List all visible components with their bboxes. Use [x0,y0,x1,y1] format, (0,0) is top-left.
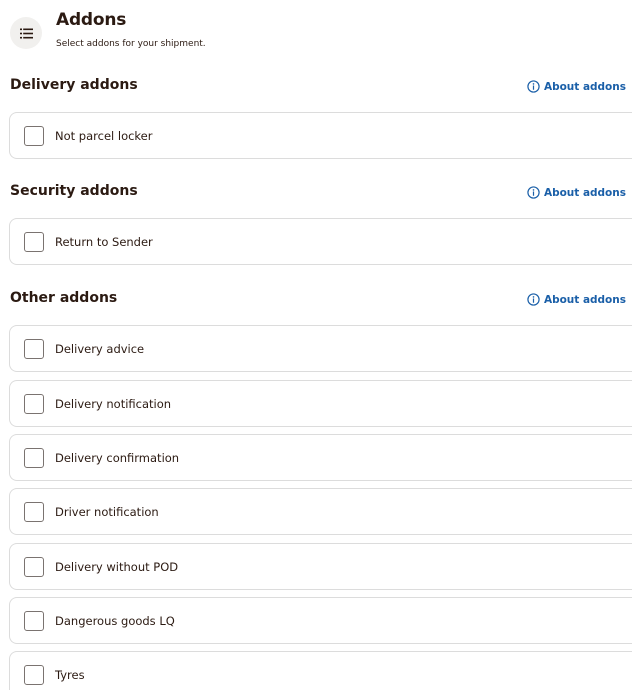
section-title: Other addons [10,290,118,306]
about-addons-label: About addons [543,293,626,306]
option-label: Delivery confirmation [55,450,180,465]
checkbox[interactable] [24,556,44,577]
addon-option-tyres[interactable]: Tyres [9,651,632,690]
checkbox[interactable] [24,610,44,631]
section-title: Delivery addons [10,77,138,93]
about-addons-link[interactable]: About addons [527,186,626,199]
option-label: Not parcel locker [55,128,153,143]
addon-option-delivery-advice[interactable]: Delivery advice [9,325,632,372]
addon-option-delivery-notification[interactable]: Delivery notification [9,380,632,427]
info-icon [527,80,540,93]
addon-option-driver-notification[interactable]: Driver notification [9,488,632,535]
checkbox[interactable] [24,447,44,468]
checkbox[interactable] [24,338,44,359]
page-header: Addons Select addons for your shipment. [10,8,310,54]
section-header-delivery: Delivery addons About addons [10,77,632,99]
addon-option-return-to-sender[interactable]: Return to Sender [9,218,632,265]
checkbox[interactable] [24,393,44,414]
section-title: Security addons [10,183,138,199]
page-subtitle: Select addons for your shipment. [56,39,206,49]
about-addons-link[interactable]: About addons [527,80,626,93]
option-label: Delivery notification [55,396,172,411]
option-label: Dangerous goods LQ [55,613,175,628]
section-header-security: Security addons About addons [10,183,632,205]
about-addons-link[interactable]: About addons [527,293,626,306]
addon-option-not-parcel-locker[interactable]: Not parcel locker [9,112,632,159]
list-icon [10,17,42,49]
checkbox[interactable] [24,125,44,146]
option-label: Delivery advice [55,341,145,356]
checkbox[interactable] [24,664,44,685]
addon-option-delivery-without-pod[interactable]: Delivery without POD [9,543,632,590]
addon-option-dangerous-goods-lq[interactable]: Dangerous goods LQ [9,597,632,644]
option-label: Tyres [55,667,85,682]
page-title: Addons [56,10,127,30]
option-label: Return to Sender [55,234,153,249]
about-addons-label: About addons [543,186,626,199]
about-addons-label: About addons [543,80,626,93]
info-icon [527,186,540,199]
info-icon [527,293,540,306]
option-label: Driver notification [55,504,159,519]
section-header-other: Other addons About addons [10,290,632,312]
checkbox[interactable] [24,501,44,522]
addon-option-delivery-confirmation[interactable]: Delivery confirmation [9,434,632,481]
checkbox[interactable] [24,231,44,252]
option-label: Delivery without POD [55,559,179,574]
